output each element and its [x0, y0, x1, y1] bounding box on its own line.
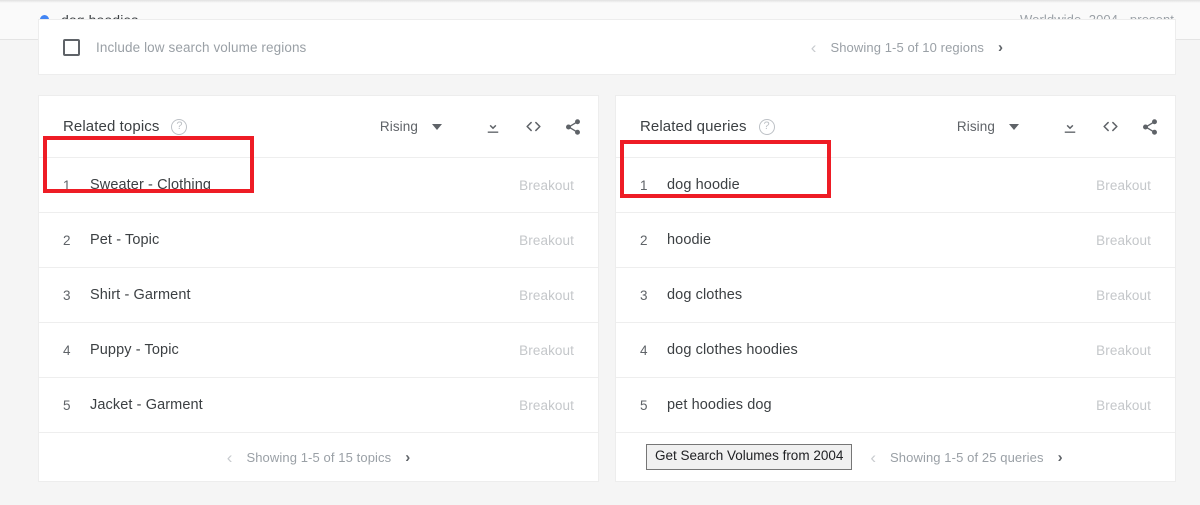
row-label[interactable]: Puppy - Topic [90, 342, 179, 358]
topics-pager-label: Showing 1-5 of 15 topics [232, 450, 405, 465]
row-rank: 2 [640, 233, 667, 248]
download-icon[interactable] [482, 116, 504, 138]
row-rank: 1 [640, 178, 667, 193]
table-row[interactable]: 2 Pet - Topic Breakout [39, 212, 598, 267]
related-topics-title: Related topics [63, 118, 159, 135]
row-rank: 3 [640, 288, 667, 303]
related-topics-toolbar: Rising [380, 116, 584, 138]
row-value: Breakout [1096, 398, 1151, 413]
trends-page: dog hoodies Worldwide, 2004 - present In… [0, 0, 1200, 505]
related-cards-row: Related topics ? Rising [38, 95, 1176, 482]
table-row[interactable]: 2 hoodie Breakout [616, 212, 1175, 267]
related-queries-toolbar: Rising [957, 116, 1161, 138]
related-queries-footer: Get Search Volumes from 2004 ‹ Showing 1… [616, 432, 1175, 481]
row-rank: 5 [63, 398, 90, 413]
related-queries-header: Related queries ? Rising [616, 96, 1175, 157]
share-icon[interactable] [1139, 116, 1161, 138]
row-value: Breakout [1096, 288, 1151, 303]
share-icon[interactable] [562, 116, 584, 138]
queries-sort-label[interactable]: Rising [957, 119, 995, 134]
row-value: Breakout [519, 233, 574, 248]
table-row[interactable]: 5 pet hoodies dog Breakout [616, 377, 1175, 432]
table-row[interactable]: 4 Puppy - Topic Breakout [39, 322, 598, 377]
row-label[interactable]: Jacket - Garment [90, 397, 203, 413]
right-gutter [1176, 41, 1200, 505]
row-label[interactable]: pet hoodies dog [667, 397, 772, 413]
row-rank: 1 [63, 178, 90, 193]
row-rank: 5 [640, 398, 667, 413]
row-rank: 2 [63, 233, 90, 248]
include-low-volume-toggle[interactable]: Include low search volume regions [39, 39, 306, 56]
row-rank: 4 [640, 343, 667, 358]
queries-pager-label: Showing 1-5 of 25 queries [876, 450, 1058, 465]
chevron-down-icon[interactable] [432, 124, 442, 130]
row-label[interactable]: hoodie [667, 232, 711, 248]
row-label[interactable]: dog hoodie [667, 177, 740, 193]
include-low-volume-label: Include low search volume regions [96, 40, 306, 55]
table-row[interactable]: 5 Jacket - Garment Breakout [39, 377, 598, 432]
row-label[interactable]: dog clothes hoodies [667, 342, 798, 358]
row-value: Breakout [1096, 343, 1151, 358]
topics-sort-label[interactable]: Rising [380, 119, 418, 134]
row-value: Breakout [519, 178, 574, 193]
row-label[interactable]: dog clothes [667, 287, 742, 303]
regions-next-icon[interactable]: › [998, 40, 1003, 55]
related-topics-header: Related topics ? Rising [39, 96, 598, 157]
regions-pagination: ‹ Showing 1-5 of 10 regions › [811, 39, 1175, 56]
related-queries-title: Related queries [640, 118, 747, 135]
queries-next-icon[interactable]: › [1058, 450, 1063, 465]
checkbox-icon[interactable] [63, 39, 80, 56]
topics-next-icon[interactable]: › [405, 450, 410, 465]
get-search-volumes-button[interactable]: Get Search Volumes from 2004 [646, 444, 852, 470]
embed-icon[interactable] [1099, 116, 1121, 138]
table-row[interactable]: 1 dog hoodie Breakout [616, 157, 1175, 212]
row-value: Breakout [519, 288, 574, 303]
related-topics-footer: ‹ Showing 1-5 of 15 topics › [39, 432, 598, 481]
table-row[interactable]: 4 dog clothes hoodies Breakout [616, 322, 1175, 377]
help-icon[interactable]: ? [171, 119, 187, 135]
page-top-shadow [0, 0, 1200, 3]
regions-pager-label: Showing 1-5 of 10 regions [816, 40, 998, 55]
download-icon[interactable] [1059, 116, 1081, 138]
row-value: Breakout [519, 343, 574, 358]
row-label[interactable]: Pet - Topic [90, 232, 159, 248]
related-topics-card: Related topics ? Rising [38, 95, 599, 482]
chevron-down-icon[interactable] [1009, 124, 1019, 130]
row-value: Breakout [519, 398, 574, 413]
row-rank: 4 [63, 343, 90, 358]
low-volume-regions-card: Include low search volume regions ‹ Show… [38, 19, 1176, 75]
topics-pagination: ‹ Showing 1-5 of 15 topics › [227, 449, 410, 466]
help-icon[interactable]: ? [759, 119, 775, 135]
row-value: Breakout [1096, 178, 1151, 193]
row-label[interactable]: Sweater - Clothing [90, 177, 211, 193]
embed-icon[interactable] [522, 116, 544, 138]
row-rank: 3 [63, 288, 90, 303]
queries-pagination: ‹ Showing 1-5 of 25 queries › [870, 449, 1062, 466]
table-row[interactable]: 3 dog clothes Breakout [616, 267, 1175, 322]
row-value: Breakout [1096, 233, 1151, 248]
table-row[interactable]: 1 Sweater - Clothing Breakout [39, 157, 598, 212]
table-row[interactable]: 3 Shirt - Garment Breakout [39, 267, 598, 322]
related-queries-card: Related queries ? Rising [615, 95, 1176, 482]
row-label[interactable]: Shirt - Garment [90, 287, 191, 303]
